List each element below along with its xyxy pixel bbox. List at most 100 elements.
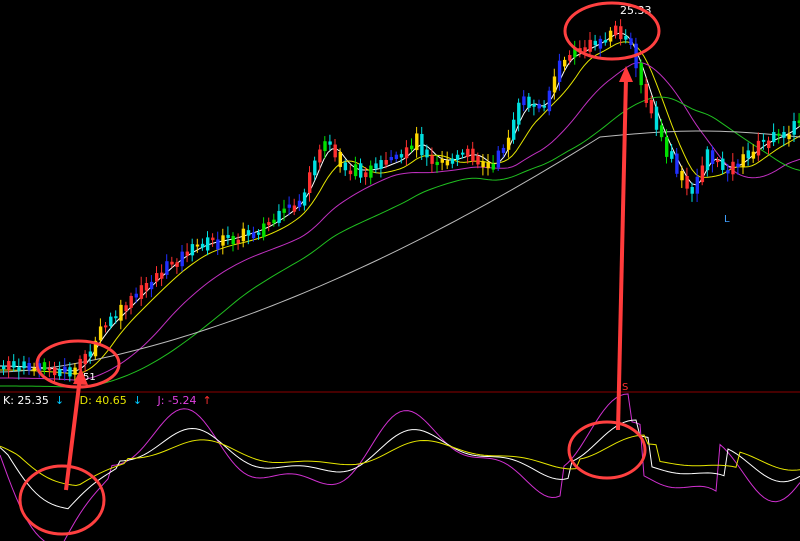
circle-kdj-low bbox=[18, 464, 106, 536]
candle-body bbox=[236, 239, 240, 244]
candle-body bbox=[53, 367, 57, 376]
candle-body bbox=[119, 304, 123, 321]
candle-body bbox=[308, 172, 312, 194]
candle-body bbox=[267, 222, 271, 226]
candle-body bbox=[512, 119, 516, 140]
candle-body bbox=[777, 133, 781, 136]
candle-body bbox=[603, 40, 608, 43]
candle-body bbox=[394, 154, 399, 160]
candle-body bbox=[476, 155, 480, 165]
candle-body bbox=[496, 150, 501, 168]
candle-body bbox=[695, 176, 699, 194]
candle-body bbox=[746, 150, 750, 159]
candle-body bbox=[455, 154, 460, 161]
candle-body bbox=[200, 243, 205, 248]
candle-body bbox=[726, 170, 730, 174]
candle-body bbox=[129, 295, 133, 308]
circle-kdj-high bbox=[567, 420, 647, 480]
candle-body bbox=[675, 153, 679, 174]
candle-body bbox=[206, 237, 210, 251]
candle-body bbox=[27, 362, 31, 371]
candle-body bbox=[761, 139, 766, 142]
candle-body bbox=[410, 145, 414, 150]
candle-body bbox=[343, 162, 348, 171]
candle-body bbox=[659, 125, 664, 138]
ma-longest-line bbox=[0, 130, 800, 373]
candle-body bbox=[73, 367, 77, 375]
candle-body bbox=[420, 133, 424, 156]
candle-body bbox=[302, 192, 307, 206]
candle-body bbox=[155, 273, 159, 282]
candle-body bbox=[506, 137, 511, 150]
candle-body bbox=[272, 219, 276, 224]
candle-body bbox=[751, 151, 756, 159]
candlestick-series bbox=[2, 19, 800, 384]
candle-body bbox=[124, 305, 128, 312]
candle-body bbox=[731, 161, 735, 175]
kdj-header: K: 25.35 ↓ D: 40.65 ↓ J: -5.24 ↑ bbox=[3, 394, 224, 407]
candle-body bbox=[716, 160, 720, 163]
candle-body bbox=[348, 170, 353, 175]
candle-body bbox=[379, 160, 383, 169]
candle-body bbox=[619, 26, 623, 40]
candle-body bbox=[537, 103, 541, 109]
candle-body bbox=[88, 351, 93, 357]
low-marker-label: L bbox=[724, 214, 730, 225]
candle-body bbox=[98, 326, 103, 341]
candle-body bbox=[756, 140, 761, 156]
candle-body bbox=[471, 148, 475, 162]
candle-body bbox=[195, 244, 200, 247]
candle-body bbox=[542, 105, 546, 108]
candle-body bbox=[180, 251, 184, 267]
candle-body bbox=[629, 38, 633, 45]
candle-body bbox=[568, 55, 572, 61]
candle-body bbox=[741, 154, 745, 167]
candle-body bbox=[364, 172, 368, 178]
candle-body bbox=[109, 316, 113, 327]
k-value: K: 25.35 ↓ bbox=[3, 394, 65, 407]
candle-body bbox=[404, 147, 409, 159]
sell-signal-marker: S bbox=[622, 382, 628, 393]
candle-body bbox=[547, 90, 552, 112]
candle-body bbox=[649, 100, 654, 114]
candle-body bbox=[450, 158, 455, 164]
stock-chart: 25.33 51 S L bbox=[0, 1, 800, 541]
candle-body bbox=[353, 164, 358, 177]
candle-body bbox=[216, 239, 220, 250]
candle-body bbox=[552, 76, 557, 93]
candle-body bbox=[792, 121, 796, 135]
candle-body bbox=[461, 152, 465, 155]
candle-body bbox=[68, 367, 72, 377]
candle-body bbox=[598, 38, 603, 49]
candle-body bbox=[78, 358, 82, 370]
candle-body bbox=[297, 200, 302, 208]
candle-body bbox=[644, 83, 648, 103]
candle-body bbox=[425, 149, 429, 158]
candle-body bbox=[32, 367, 36, 371]
candle-body bbox=[42, 362, 47, 371]
candle-body bbox=[415, 133, 419, 151]
candle-body bbox=[58, 369, 62, 377]
d-line bbox=[0, 434, 800, 486]
candle-body bbox=[359, 163, 363, 178]
candle-body bbox=[430, 155, 434, 164]
candle-body bbox=[139, 285, 144, 299]
candle-body bbox=[231, 235, 235, 245]
candle-body bbox=[557, 60, 562, 82]
candle-body bbox=[670, 151, 674, 159]
candle-body bbox=[710, 150, 715, 165]
candle-body bbox=[7, 360, 11, 371]
candle-body bbox=[532, 103, 536, 107]
j-line bbox=[0, 393, 800, 541]
candle-body bbox=[685, 176, 689, 189]
candle-body bbox=[149, 281, 154, 290]
candle-body bbox=[384, 160, 388, 165]
candle-body bbox=[435, 161, 439, 166]
candle-body bbox=[338, 151, 342, 167]
candle-body bbox=[440, 158, 444, 163]
candle-body bbox=[12, 361, 16, 368]
candle-body bbox=[251, 232, 256, 239]
candle-body bbox=[491, 163, 495, 170]
candle-body bbox=[690, 186, 694, 194]
candle-body bbox=[282, 208, 286, 213]
